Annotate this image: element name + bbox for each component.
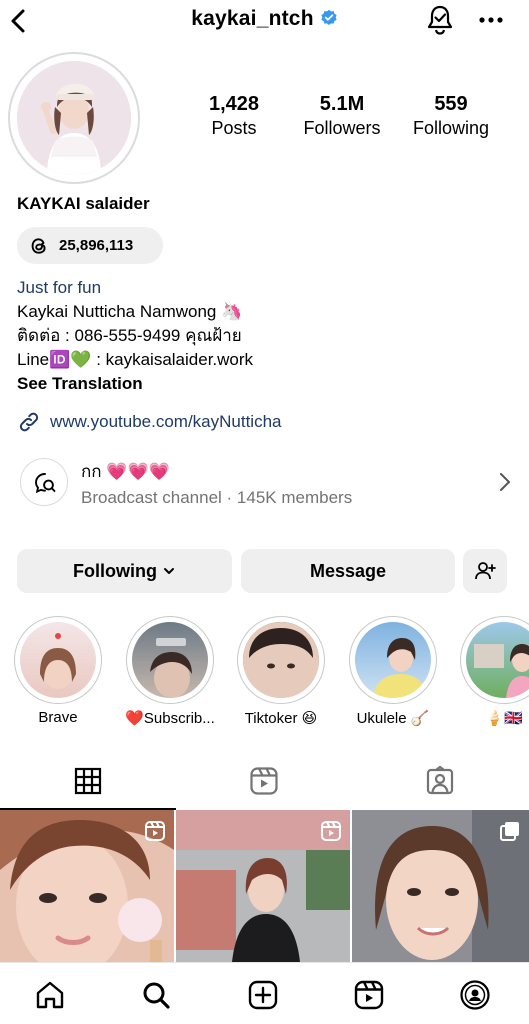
broadcast-chat-icon [35,473,56,494]
highlight-label: Ukulele 🪕 [356,710,430,727]
chevron-right-icon [500,473,510,491]
verified-badge-icon [321,9,337,26]
bio-line: Kaykai Nutticha Namwong 🦄 [17,302,243,321]
message-button-label: Message [309,560,387,581]
link-text: www.youtube.com/kayNutticha [50,412,282,431]
see-translation-link[interactable]: See Translation [17,372,253,396]
posts-grid [0,810,529,962]
highlight-ring [460,616,529,704]
create-icon[interactable] [247,979,279,1011]
grid-icon [74,767,102,795]
reels-nav-icon[interactable] [353,979,385,1011]
post-thumbnail[interactable] [176,810,350,962]
home-icon[interactable] [34,979,66,1011]
following-button[interactable]: Following [17,549,232,593]
bio-line: Line🆔💚 : kaykaisalaider.work [17,350,254,369]
highlight-label: Tiktoker 😆 [244,710,318,727]
following-stat[interactable]: 559 Following [396,92,506,140]
highlight-cover [132,622,208,698]
message-button[interactable]: Message [241,549,455,593]
more-icon[interactable] [478,14,504,26]
profile-tabs [0,752,529,810]
top-bar: kaykai_ntch [0,0,529,44]
bio-category: Just for fun [17,278,102,297]
followers-label: Followers [303,118,381,138]
highlight-label: Brave [38,709,78,726]
reel-badge-icon [145,821,165,841]
tab-posts-grid[interactable] [0,752,176,810]
highlight-ring [237,616,325,704]
followers-stat[interactable]: 5.1M Followers [287,92,397,140]
tab-reels[interactable] [176,752,352,810]
broadcast-title: กก 💗💗💗 [81,462,170,481]
highlight-ring [126,616,214,704]
suggest-users-button[interactable] [463,549,507,593]
broadcast-icon-circle [20,458,68,506]
carousel-badge-icon [500,822,519,841]
broadcast-channel[interactable]: กก 💗💗💗 Broadcast channel · 145K members [17,452,512,512]
highlight-label: ❤️Subscrib... [125,710,215,727]
following-button-label: Following [73,560,157,581]
profile-avatar[interactable] [8,52,140,184]
notification-bell-icon[interactable] [425,4,455,36]
tagged-icon [426,766,454,795]
profile-link[interactable]: www.youtube.com/kayNutticha [17,410,282,434]
search-icon[interactable] [140,979,172,1011]
highlight-ring [14,616,102,704]
bio-line: ติดต่อ : 086-555-9499 คุณฝ้าย [17,326,242,345]
post-thumbnail[interactable] [352,810,529,962]
bottom-navigation [0,962,529,1024]
posts-count: 1,428 [208,93,260,115]
posts-stat[interactable]: 1,428 Posts [179,92,289,140]
following-label: Following [412,118,490,138]
highlight-cover [20,622,96,698]
following-count: 559 [434,93,468,115]
post-thumbnail[interactable] [0,810,174,962]
broadcast-subtitle: Broadcast channel · 145K members [81,488,353,507]
username-text: kaykai_ntch [191,7,314,30]
story-highlights: Brave ❤️Subscrib... Tiktoker 😆 Ukulele 🪕 [0,616,529,736]
followers-count: 5.1M [319,93,365,115]
reel-badge-icon [321,821,341,841]
posts-label: Posts [211,118,257,138]
link-icon [19,412,39,432]
highlight-label: 🍦🇬🇧 [485,710,523,727]
avatar-photo [17,61,131,175]
threads-count: 25,896,113 [59,237,134,254]
highlight-cover [466,622,529,698]
bio: Just for fun Kaykai Nutticha Namwong 🦄 ต… [17,276,253,396]
profile-icon[interactable] [459,979,491,1011]
tab-tagged[interactable] [352,752,528,810]
threads-icon [31,237,46,254]
threads-badge[interactable]: 25,896,113 [17,227,163,264]
highlight-ring [349,616,437,704]
reels-icon [250,767,278,795]
display-name: KAYKAI salaider [17,194,150,213]
chevron-down-icon [163,568,174,574]
highlight-cover [243,622,319,698]
add-user-icon [475,562,496,580]
highlight-cover [355,622,431,698]
